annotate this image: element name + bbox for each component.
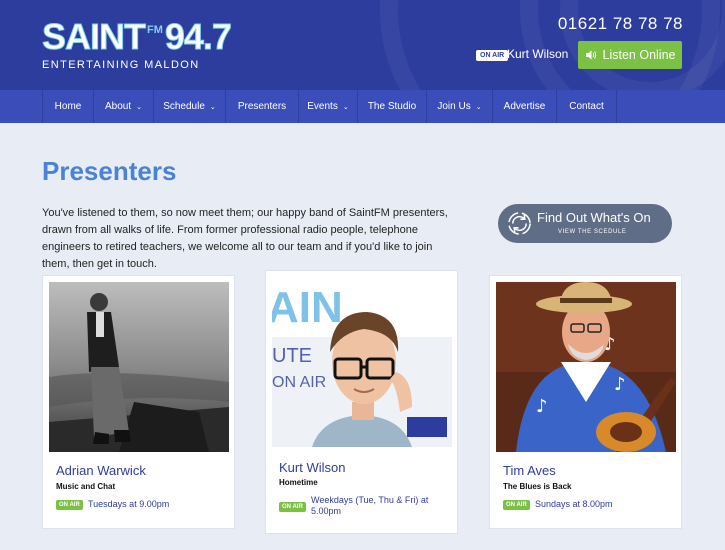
presenter-photo[interactable]: AIN UTE ON AIR [272, 277, 452, 447]
presenter-show: The Blues is Back [503, 482, 572, 491]
nav-label: The Studio [367, 101, 417, 112]
nav-item-home[interactable]: Home [43, 90, 94, 123]
presenter-show: Hometime [279, 478, 318, 487]
presenter-time: Weekdays (Tue, Thu & Fri) at 5.00pm [311, 495, 429, 516]
refresh-icon [508, 212, 531, 235]
chevron-down-icon: ⌄ [475, 103, 482, 111]
presenter-card[interactable]: ♪ ♪ ♪ Tim Aves The Blues is Back ON AIR … [489, 275, 682, 529]
phone-number[interactable]: 01621 78 78 78 [558, 14, 683, 34]
svg-text:UTE: UTE [272, 345, 312, 367]
nav-item-about[interactable]: About ⌄ [94, 90, 154, 123]
presenter-name[interactable]: Kurt Wilson [279, 460, 345, 475]
nav-item-schedule[interactable]: Schedule ⌄ [154, 90, 226, 123]
find-out-subtitle: VIEW THE SCEDULE [558, 229, 627, 235]
presenter-photo[interactable]: ♪ ♪ ♪ [496, 282, 676, 452]
presenter-photo-image: AIN UTE ON AIR [272, 277, 452, 447]
speaker-icon [585, 50, 596, 60]
nav-label: Contact [569, 101, 604, 112]
nav-label: Advertise [503, 101, 546, 112]
site-logo[interactable]: SAINT FM 94.7 ENTERTAINING MALDON [42, 16, 233, 71]
presenter-name[interactable]: Tim Aves [503, 463, 556, 478]
svg-text:AIN: AIN [272, 283, 343, 332]
presenter-card[interactable]: Adrian Warwick Music and Chat ON AIR Tue… [42, 275, 235, 529]
nav-label: Home [54, 101, 82, 112]
presenter-card[interactable]: AIN UTE ON AIR Kurt Wilson Hometime ON A… [265, 270, 458, 534]
page-title: Presenters [42, 156, 177, 186]
nav-item-events[interactable]: Events ⌄ [299, 90, 358, 123]
on-air-badge: ON AIR [503, 500, 530, 510]
presenter-photo[interactable] [49, 282, 229, 452]
presenter-time: Tuesdays at 9.00pm [88, 499, 170, 509]
chevron-down-icon: ⌄ [209, 103, 216, 111]
find-out-whats-on-button[interactable]: Find Out What's On VIEW THE SCEDULE [498, 204, 672, 243]
logo-fm: FM [147, 24, 163, 36]
on-air-presenter[interactable]: Kurt Wilson [507, 47, 568, 61]
presenter-time: Sundays at 8.00pm [535, 499, 613, 509]
nav-label: Join Us [437, 101, 471, 112]
presenter-show: Music and Chat [56, 482, 116, 491]
site-header: SAINT FM 94.7 ENTERTAINING MALDON 01621 … [0, 0, 725, 90]
on-air-badge: ON AIR [56, 500, 83, 510]
nav-label: Schedule [163, 101, 205, 112]
logo-frequency: 94.7 [164, 16, 232, 57]
svg-text:ON AIR: ON AIR [272, 374, 326, 391]
presenter-name[interactable]: Adrian Warwick [56, 463, 146, 478]
svg-text:♪: ♪ [536, 396, 548, 417]
main-nav: Home About ⌄ Schedule ⌄ Presenters Event… [0, 90, 725, 123]
presenter-photo-image: ♪ ♪ ♪ [496, 282, 676, 452]
nav-item-contact[interactable]: Contact [557, 90, 617, 123]
listen-online-label: Listen Online [602, 48, 676, 62]
on-air-badge: ON AIR [279, 502, 306, 512]
nav-label: Events [307, 101, 338, 112]
presenter-photo-image [49, 282, 229, 452]
chevron-down-icon: ⌄ [342, 103, 349, 111]
nav-item-the-studio[interactable]: The Studio [358, 90, 427, 123]
nav-item-join-us[interactable]: Join Us ⌄ [427, 90, 493, 123]
svg-text:♪: ♪ [614, 374, 626, 395]
logo-saint: SAINT [42, 16, 147, 57]
find-out-title: Find Out What's On [537, 210, 651, 225]
logo-tagline: ENTERTAINING MALDON [42, 59, 200, 71]
intro-text: You've listened to them, so now meet the… [42, 207, 448, 270]
nav-label: About [104, 101, 132, 112]
listen-online-button[interactable]: Listen Online [578, 41, 682, 69]
nav-item-advertise[interactable]: Advertise [493, 90, 557, 123]
on-air-badge: ON AIR [476, 50, 509, 61]
nav-item-presenters[interactable]: Presenters [226, 90, 299, 123]
chevron-down-icon: ⌄ [136, 103, 142, 111]
nav-label: Presenters [237, 101, 287, 112]
